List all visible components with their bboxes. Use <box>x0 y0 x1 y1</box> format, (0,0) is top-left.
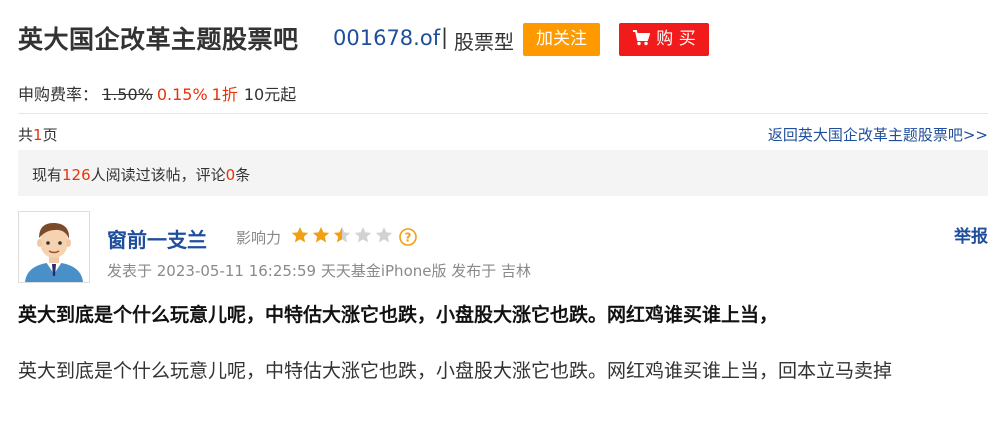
read-info-suffix: 条 <box>235 166 251 184</box>
separator: | <box>441 25 449 49</box>
post-meta: 发表于 2023-05-11 16:25:59 天天基金iPhone版 发布于 … <box>107 262 532 280</box>
shopping-cart-icon <box>633 30 651 46</box>
page-count-suffix: 页 <box>42 126 58 144</box>
read-count: 126 <box>62 166 91 184</box>
report-link[interactable]: 举报 <box>954 222 988 247</box>
star-icon <box>312 227 330 243</box>
fee-row: 申购费率： 1.50% 0.15% 1折 10元起 <box>18 81 296 105</box>
avatar[interactable] <box>18 211 90 283</box>
page-count-number: 1 <box>33 126 43 144</box>
page-count-prefix: 共 <box>18 126 34 144</box>
page-count: 共1页 <box>18 124 58 145</box>
user-avatar-icon <box>19 212 89 282</box>
fund-code-link[interactable]: 001678.of <box>333 26 440 50</box>
buy-button[interactable]: 购 买 <box>619 23 709 56</box>
comment-count: 0 <box>225 166 236 184</box>
help-icon[interactable]: ? <box>399 228 417 250</box>
page-title: 英大国企改革主题股票吧 <box>18 25 299 54</box>
original-fee: 1.50% <box>102 85 153 104</box>
follow-button[interactable]: 加关注 <box>523 23 600 56</box>
read-info-middle: 人阅读过该帖，评论 <box>90 166 226 184</box>
fee-label: 申购费率： <box>18 85 99 104</box>
influence-stars <box>290 226 395 248</box>
star-icon <box>375 227 393 243</box>
read-info-box: 现有126人阅读过该帖，评论0条 <box>18 150 988 196</box>
discounted-fee: 0.15% <box>156 85 208 104</box>
author-name[interactable]: 窗前一支兰 <box>107 224 207 253</box>
post-body: 英大到底是个什么玩意儿呢，中特估大涨它也跌，小盘股大涨它也跌。网红鸡谁买谁上当，… <box>18 360 893 382</box>
fund-type-label: 股票型 <box>454 30 514 54</box>
return-to-forum-link[interactable]: 返回英大国企改革主题股票吧>> <box>768 124 988 145</box>
star-icon <box>354 227 372 243</box>
divider <box>18 113 988 114</box>
svg-text:?: ? <box>405 231 412 245</box>
star-icon <box>333 227 351 243</box>
post-title: 英大到底是个什么玩意儿呢，中特估大涨它也跌，小盘股大涨它也跌。网红鸡谁买谁上当， <box>18 304 779 326</box>
discount-rate: 1折 <box>211 85 238 104</box>
buy-button-label: 购 买 <box>656 29 696 49</box>
read-info-prefix: 现有 <box>32 166 63 184</box>
star-icon <box>291 227 309 243</box>
read-info: 现有126人阅读过该帖，评论0条 <box>32 164 250 185</box>
influence-label: 影响力 <box>236 229 282 247</box>
minimum-amount: 10元起 <box>243 85 297 104</box>
